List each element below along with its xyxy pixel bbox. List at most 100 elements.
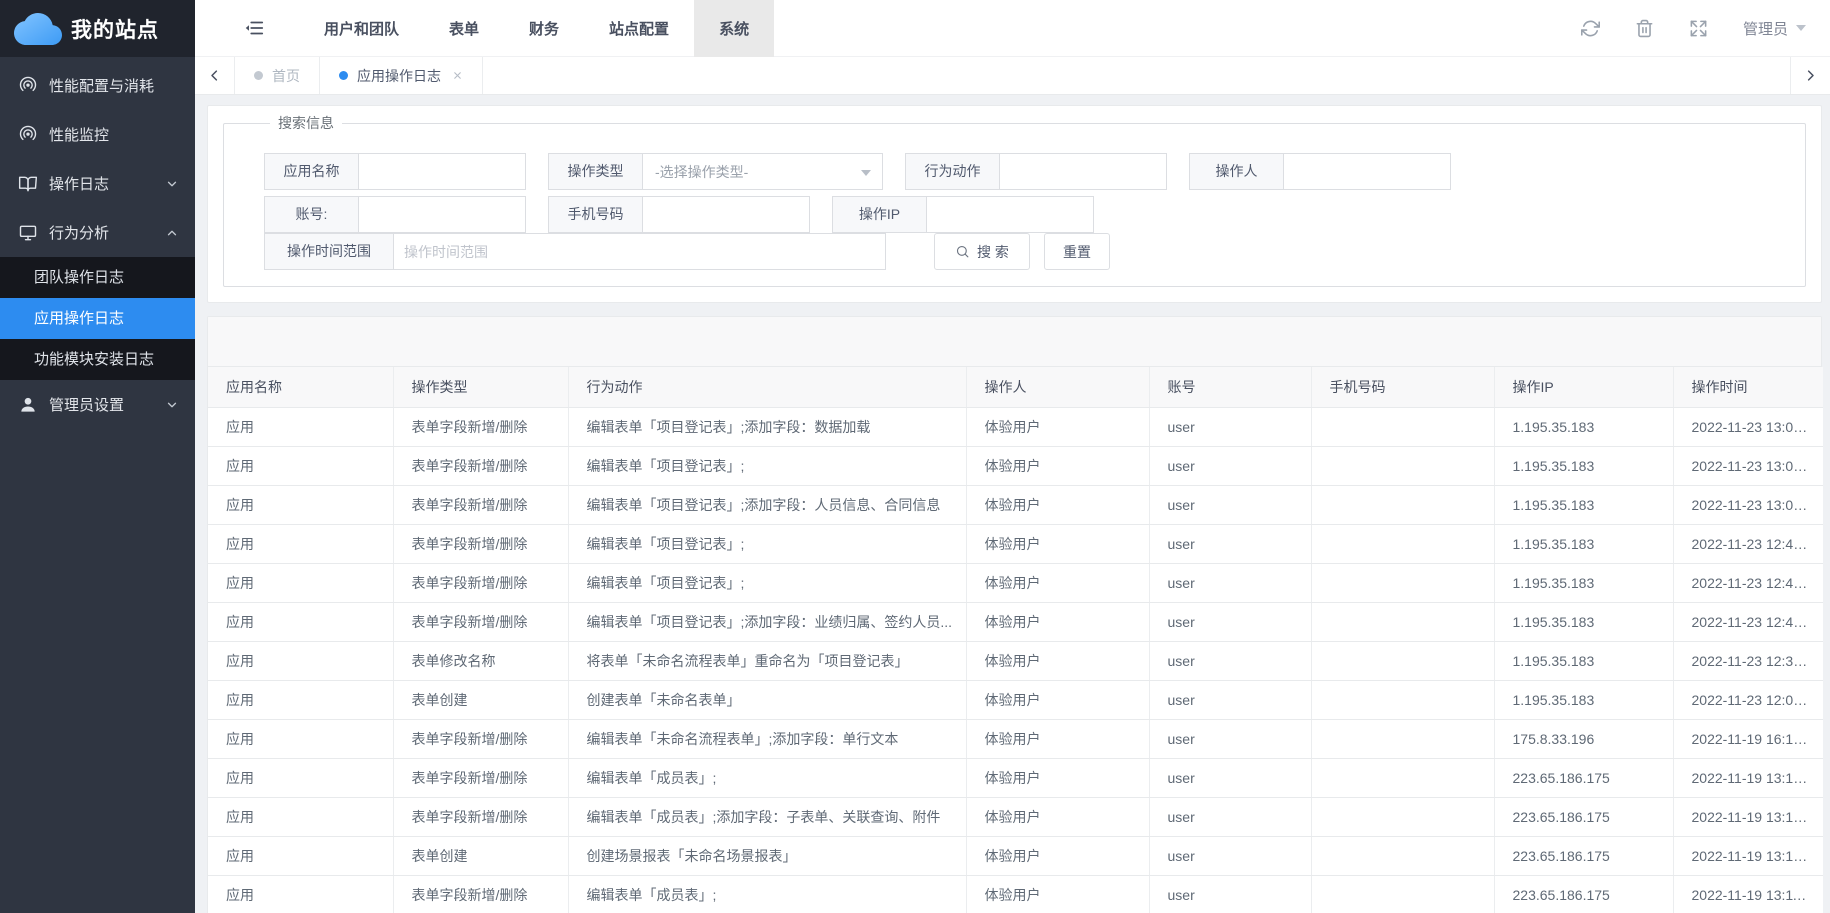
table-cell: 体验用户 (966, 758, 1149, 797)
sidebar-submenu: 团队操作日志应用操作日志功能模块安装日志 (0, 257, 195, 380)
table-cell: 223.65.186.175 (1494, 836, 1673, 875)
table-cell: 1.195.35.183 (1494, 446, 1673, 485)
table-row: 应用表单字段新增/删除编辑表单「项目登记表」;添加字段：业绩归属、签约人员...… (208, 602, 1823, 641)
table-cell: 体验用户 (966, 836, 1149, 875)
close-icon[interactable] (452, 70, 463, 81)
page-content: 搜索信息 应用名称操作类型-选择操作类型-行为动作操作人账号:手机号码操作IP … (195, 95, 1830, 913)
table-cell (1311, 641, 1494, 680)
main-column: 用户和团队表单财务站点配置系统 (195, 0, 1830, 913)
table-cell: 表单字段新增/删除 (393, 485, 568, 524)
table-cell: user (1149, 797, 1311, 836)
sidebar-item-performance-monitor[interactable]: 性能监控 (0, 110, 195, 159)
table-row: 应用表单字段新增/删除编辑表单「项目登记表」;添加字段：数据加载体验用户user… (208, 407, 1823, 446)
table-cell: 将表单「未命名流程表单」重命名为「项目登记表」 (568, 641, 966, 680)
table-cell: 表单创建 (393, 680, 568, 719)
top-nav-item-system[interactable]: 系统 (694, 0, 774, 57)
table-cell: 1.195.35.183 (1494, 524, 1673, 563)
site-logo[interactable]: 我的站点 (0, 0, 195, 57)
table-cell: 表单字段新增/删除 (393, 797, 568, 836)
table-cell: 表单字段新增/删除 (393, 602, 568, 641)
column-header: 操作人 (966, 367, 1149, 407)
table-cell: 表单字段新增/删除 (393, 719, 568, 758)
user-name: 管理员 (1743, 18, 1788, 39)
table-cell: 体验用户 (966, 719, 1149, 758)
log-table-card: 应用名称操作类型行为动作操作人账号手机号码操作IP操作时间应用表单字段新增/删除… (207, 316, 1822, 913)
phone-input[interactable] (643, 196, 810, 233)
search-button[interactable]: 搜 索 (934, 233, 1030, 270)
time-range-input[interactable] (394, 233, 886, 270)
refresh-icon[interactable] (1581, 19, 1600, 38)
action-input[interactable] (1000, 153, 1167, 190)
account-label: 账号: (264, 196, 359, 233)
table-cell: 创建表单「未命名表单」 (568, 680, 966, 719)
table-cell: 应用 (208, 602, 393, 641)
tags-scroll-left-button[interactable] (195, 57, 235, 94)
user-dropdown[interactable]: 管理员 (1743, 18, 1806, 39)
table-row: 应用表单字段新增/删除编辑表单「项目登记表」;添加字段：人员信息、合同信息体验用… (208, 485, 1823, 524)
table-toolbar (208, 317, 1821, 367)
fullscreen-icon[interactable] (1689, 19, 1708, 38)
table-cell: 2022-11-23 13:04:57 (1673, 485, 1823, 524)
tags-scroll-right-button[interactable] (1790, 57, 1830, 94)
table-cell: 应用 (208, 797, 393, 836)
search-fieldset: 搜索信息 应用名称操作类型-选择操作类型-行为动作操作人账号:手机号码操作IP … (223, 113, 1806, 287)
sidebar-subitem-module-install-log[interactable]: 功能模块安装日志 (0, 339, 195, 380)
table-cell: 表单字段新增/删除 (393, 875, 568, 913)
trash-icon[interactable] (1635, 19, 1654, 38)
table-cell: user (1149, 836, 1311, 875)
table-cell: 体验用户 (966, 875, 1149, 913)
tab-home[interactable]: 首页 (235, 57, 320, 94)
column-header: 行为动作 (568, 367, 966, 407)
tab-app-operation-log[interactable]: 应用操作日志 (320, 57, 483, 94)
site-title: 我的站点 (71, 14, 159, 44)
table-cell: 表单字段新增/删除 (393, 758, 568, 797)
app-name-field: 应用名称 (264, 153, 526, 190)
sidebar-item-admin-settings[interactable]: 管理员设置 (0, 380, 195, 429)
table-cell: 应用 (208, 446, 393, 485)
operation-ip-input[interactable] (927, 196, 1094, 233)
sidebar-item-performance-config[interactable]: 性能配置与消耗 (0, 61, 195, 110)
action-field: 行为动作 (905, 153, 1167, 190)
operation-type-select[interactable]: -选择操作类型- (643, 153, 883, 190)
table-cell (1311, 875, 1494, 913)
table-cell: 编辑表单「项目登记表」;添加字段：数据加载 (568, 407, 966, 446)
search-panel: 搜索信息 应用名称操作类型-选择操作类型-行为动作操作人账号:手机号码操作IP … (207, 105, 1822, 303)
top-nav-item-forms[interactable]: 表单 (424, 0, 504, 57)
table-cell: 编辑表单「未命名流程表单」;添加字段：单行文本 (568, 719, 966, 758)
table-cell (1311, 524, 1494, 563)
sidebar-item-operation-log[interactable]: 操作日志 (0, 159, 195, 208)
broadcast-icon (18, 76, 38, 96)
sidebar-menu: 性能配置与消耗性能监控操作日志行为分析团队操作日志应用操作日志功能模块安装日志管… (0, 57, 195, 913)
reset-button[interactable]: 重置 (1044, 233, 1110, 270)
table-cell: 表单修改名称 (393, 641, 568, 680)
sidebar-item-behavior-analysis[interactable]: 行为分析 (0, 208, 195, 257)
table-cell: 2022-11-19 13:12:10 (1673, 836, 1823, 875)
tab-label: 应用操作日志 (357, 66, 441, 86)
time-range-field: 操作时间范围 (264, 233, 886, 270)
table-cell (1311, 485, 1494, 524)
app-name-label: 应用名称 (264, 153, 359, 190)
operator-input[interactable] (1284, 153, 1451, 190)
menu-fold-icon[interactable] (243, 17, 265, 39)
search-form: 应用名称操作类型-选择操作类型-行为动作操作人账号:手机号码操作IP (264, 153, 1805, 233)
table-cell: 应用 (208, 524, 393, 563)
app-name-input[interactable] (359, 153, 526, 190)
table-row: 应用表单字段新增/删除编辑表单「未命名流程表单」;添加字段：单行文本体验用户us… (208, 719, 1823, 758)
phone-label: 手机号码 (548, 196, 643, 233)
top-nav-item-finance[interactable]: 财务 (504, 0, 584, 57)
sidebar-subitem-team-operation-log[interactable]: 团队操作日志 (0, 257, 195, 298)
table-cell: 1.195.35.183 (1494, 407, 1673, 446)
table-cell: 体验用户 (966, 485, 1149, 524)
sidebar-subitem-app-operation-log[interactable]: 应用操作日志 (0, 298, 195, 339)
table-cell: 2022-11-19 13:11:38 (1673, 875, 1823, 913)
table-cell: user (1149, 641, 1311, 680)
account-field: 账号: (264, 196, 526, 233)
account-input[interactable] (359, 196, 526, 233)
column-header: 应用名称 (208, 367, 393, 407)
top-nav-item-site-config[interactable]: 站点配置 (584, 0, 694, 57)
column-header: 账号 (1149, 367, 1311, 407)
table-cell: 2022-11-23 12:08:30 (1673, 680, 1823, 719)
time-range-slot: 操作时间范围 (264, 233, 908, 270)
top-nav-item-users-teams[interactable]: 用户和团队 (299, 0, 424, 57)
operation-ip-field: 操作IP (832, 196, 1094, 233)
